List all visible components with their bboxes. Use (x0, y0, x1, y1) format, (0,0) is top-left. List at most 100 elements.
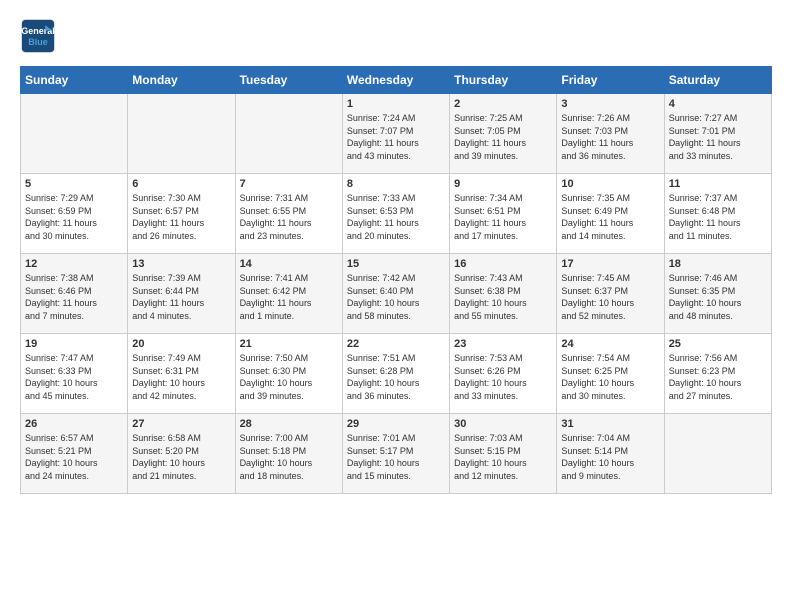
page-container: General Blue SundayMondayTuesdayWednesda… (0, 0, 792, 504)
day-number: 28 (240, 418, 338, 430)
day-number: 14 (240, 258, 338, 270)
calendar-week: 5 Sunrise: 7:29 AM Sunset: 6:59 PM Daylig… (21, 174, 772, 254)
calendar-cell (664, 414, 771, 494)
calendar-cell: 21Sunrise: 7:50 AM Sunset: 6:30 PM Dayli… (235, 334, 342, 414)
header: General Blue (20, 18, 772, 54)
day-number: 2 (454, 98, 552, 110)
day-info: Sunrise: 7:04 AM Sunset: 5:14 PM Dayligh… (561, 432, 659, 482)
calendar-cell: 8 Sunrise: 7:33 AM Sunset: 6:53 PM Daylig… (342, 174, 449, 254)
calendar-week: 1 Sunrise: 7:24 AM Sunset: 7:07 PM Daylig… (21, 94, 772, 174)
header-day: Monday (128, 67, 235, 94)
calendar-cell: 1 Sunrise: 7:24 AM Sunset: 7:07 PM Daylig… (342, 94, 449, 174)
day-number: 31 (561, 418, 659, 430)
calendar-cell (128, 94, 235, 174)
calendar-cell: 14 Sunrise: 7:41 AM Sunset: 6:42 PM Dayli… (235, 254, 342, 334)
day-number: 22 (347, 338, 445, 350)
day-info: Sunrise: 7:03 AM Sunset: 5:15 PM Dayligh… (454, 432, 552, 482)
calendar-cell (235, 94, 342, 174)
calendar-cell: 16Sunrise: 7:43 AM Sunset: 6:38 PM Dayli… (450, 254, 557, 334)
calendar-week: 12Sunrise: 7:38 AM Sunset: 6:46 PM Dayli… (21, 254, 772, 334)
day-info: Sunrise: 7:33 AM Sunset: 6:53 PM Dayligh… (347, 192, 445, 242)
day-info: Sunrise: 7:27 AM Sunset: 7:01 PM Dayligh… (669, 112, 767, 162)
calendar-cell: 2 Sunrise: 7:25 AM Sunset: 7:05 PM Daylig… (450, 94, 557, 174)
day-number: 6 (132, 178, 230, 190)
calendar-cell: 25 Sunrise: 7:56 AM Sunset: 6:23 PM Dayli… (664, 334, 771, 414)
day-info: Sunrise: 7:53 AM Sunset: 6:26 PM Dayligh… (454, 352, 552, 402)
calendar-cell: 23 Sunrise: 7:53 AM Sunset: 6:26 PM Dayli… (450, 334, 557, 414)
calendar-cell: 4 Sunrise: 7:27 AM Sunset: 7:01 PM Daylig… (664, 94, 771, 174)
header-day: Friday (557, 67, 664, 94)
logo-icon: General Blue (20, 18, 56, 54)
header-day: Saturday (664, 67, 771, 94)
day-number: 18 (669, 258, 767, 270)
day-number: 29 (347, 418, 445, 430)
calendar-cell: 24Sunrise: 7:54 AM Sunset: 6:25 PM Dayli… (557, 334, 664, 414)
calendar-cell: 20 Sunrise: 7:49 AM Sunset: 6:31 PM Dayli… (128, 334, 235, 414)
day-number: 17 (561, 258, 659, 270)
calendar-body: 1 Sunrise: 7:24 AM Sunset: 7:07 PM Daylig… (21, 94, 772, 494)
day-info: Sunrise: 7:51 AM Sunset: 6:28 PM Dayligh… (347, 352, 445, 402)
day-info: Sunrise: 7:01 AM Sunset: 5:17 PM Dayligh… (347, 432, 445, 482)
day-number: 30 (454, 418, 552, 430)
calendar-cell: 15Sunrise: 7:42 AM Sunset: 6:40 PM Dayli… (342, 254, 449, 334)
svg-text:General: General (21, 26, 55, 36)
day-info: Sunrise: 7:49 AM Sunset: 6:31 PM Dayligh… (132, 352, 230, 402)
day-info: Sunrise: 7:34 AM Sunset: 6:51 PM Dayligh… (454, 192, 552, 242)
header-day: Thursday (450, 67, 557, 94)
day-info: Sunrise: 6:58 AM Sunset: 5:20 PM Dayligh… (132, 432, 230, 482)
day-number: 12 (25, 258, 123, 270)
day-info: Sunrise: 7:45 AM Sunset: 6:37 PM Dayligh… (561, 272, 659, 322)
calendar-cell: 5 Sunrise: 7:29 AM Sunset: 6:59 PM Daylig… (21, 174, 128, 254)
day-number: 27 (132, 418, 230, 430)
day-info: Sunrise: 7:35 AM Sunset: 6:49 PM Dayligh… (561, 192, 659, 242)
day-info: Sunrise: 7:00 AM Sunset: 5:18 PM Dayligh… (240, 432, 338, 482)
day-number: 8 (347, 178, 445, 190)
logo: General Blue (20, 18, 60, 54)
days-row: SundayMondayTuesdayWednesdayThursdayFrid… (21, 67, 772, 94)
calendar-cell: 10 Sunrise: 7:35 AM Sunset: 6:49 PM Dayli… (557, 174, 664, 254)
day-number: 9 (454, 178, 552, 190)
day-info: Sunrise: 7:30 AM Sunset: 6:57 PM Dayligh… (132, 192, 230, 242)
day-info: Sunrise: 7:26 AM Sunset: 7:03 PM Dayligh… (561, 112, 659, 162)
calendar-header: SundayMondayTuesdayWednesdayThursdayFrid… (21, 67, 772, 94)
calendar-cell: 27 Sunrise: 6:58 AM Sunset: 5:20 PM Dayli… (128, 414, 235, 494)
day-number: 20 (132, 338, 230, 350)
day-number: 11 (669, 178, 767, 190)
calendar-cell: 7Sunrise: 7:31 AM Sunset: 6:55 PM Daylig… (235, 174, 342, 254)
day-info: Sunrise: 7:56 AM Sunset: 6:23 PM Dayligh… (669, 352, 767, 402)
day-info: Sunrise: 7:41 AM Sunset: 6:42 PM Dayligh… (240, 272, 338, 322)
day-info: Sunrise: 7:24 AM Sunset: 7:07 PM Dayligh… (347, 112, 445, 162)
calendar-cell: 18Sunrise: 7:46 AM Sunset: 6:35 PM Dayli… (664, 254, 771, 334)
day-number: 1 (347, 98, 445, 110)
day-info: Sunrise: 7:54 AM Sunset: 6:25 PM Dayligh… (561, 352, 659, 402)
day-number: 4 (669, 98, 767, 110)
day-number: 26 (25, 418, 123, 430)
calendar-week: 19 Sunrise: 7:47 AM Sunset: 6:33 PM Dayli… (21, 334, 772, 414)
day-number: 25 (669, 338, 767, 350)
calendar-cell: 9 Sunrise: 7:34 AM Sunset: 6:51 PM Daylig… (450, 174, 557, 254)
day-info: Sunrise: 7:25 AM Sunset: 7:05 PM Dayligh… (454, 112, 552, 162)
day-info: Sunrise: 7:39 AM Sunset: 6:44 PM Dayligh… (132, 272, 230, 322)
calendar-cell: 17 Sunrise: 7:45 AM Sunset: 6:37 PM Dayli… (557, 254, 664, 334)
header-day: Tuesday (235, 67, 342, 94)
calendar-cell: 12Sunrise: 7:38 AM Sunset: 6:46 PM Dayli… (21, 254, 128, 334)
day-number: 19 (25, 338, 123, 350)
day-number: 23 (454, 338, 552, 350)
calendar-cell: 28 Sunrise: 7:00 AM Sunset: 5:18 PM Dayli… (235, 414, 342, 494)
day-info: Sunrise: 7:50 AM Sunset: 6:30 PM Dayligh… (240, 352, 338, 402)
day-info: Sunrise: 7:37 AM Sunset: 6:48 PM Dayligh… (669, 192, 767, 242)
day-info: Sunrise: 7:31 AM Sunset: 6:55 PM Dayligh… (240, 192, 338, 242)
calendar-cell: 31 Sunrise: 7:04 AM Sunset: 5:14 PM Dayli… (557, 414, 664, 494)
day-info: Sunrise: 7:29 AM Sunset: 6:59 PM Dayligh… (25, 192, 123, 242)
header-day: Wednesday (342, 67, 449, 94)
header-day: Sunday (21, 67, 128, 94)
calendar-cell: 13Sunrise: 7:39 AM Sunset: 6:44 PM Dayli… (128, 254, 235, 334)
day-number: 16 (454, 258, 552, 270)
day-info: Sunrise: 7:47 AM Sunset: 6:33 PM Dayligh… (25, 352, 123, 402)
day-number: 5 (25, 178, 123, 190)
day-number: 10 (561, 178, 659, 190)
calendar-cell: 26Sunrise: 6:57 AM Sunset: 5:21 PM Dayli… (21, 414, 128, 494)
calendar-table: SundayMondayTuesdayWednesdayThursdayFrid… (20, 66, 772, 494)
calendar-cell: 6 Sunrise: 7:30 AM Sunset: 6:57 PM Daylig… (128, 174, 235, 254)
calendar-cell (21, 94, 128, 174)
